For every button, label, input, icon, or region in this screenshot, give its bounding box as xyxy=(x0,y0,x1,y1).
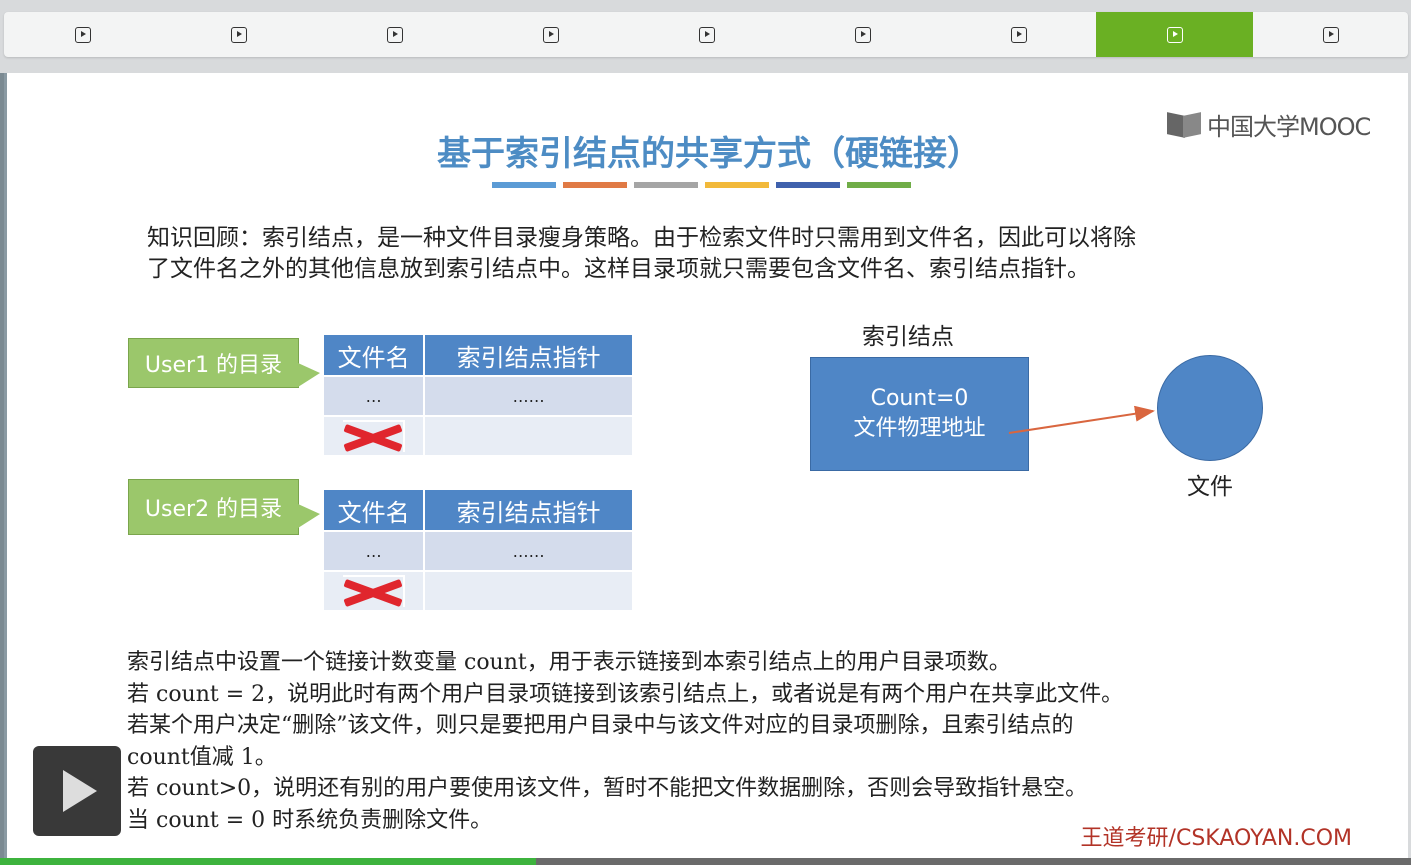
play-icon xyxy=(1322,26,1339,43)
file-circle xyxy=(1157,355,1263,461)
table-row xyxy=(324,415,634,455)
table-row: … …… xyxy=(324,375,634,415)
lesson-tab-3[interactable] xyxy=(316,12,473,57)
cell-inode-pointer xyxy=(425,415,634,455)
play-icon xyxy=(230,26,247,43)
cell-inode-pointer xyxy=(425,570,634,610)
inode-to-file-arrow xyxy=(1008,405,1155,434)
title-underline-bar xyxy=(705,182,769,188)
slide-title: 基于索引结点的共享方式（硬链接） xyxy=(437,134,981,174)
table-row: … …… xyxy=(324,530,634,570)
cell-filename: … xyxy=(324,375,426,415)
header-inode-pointer: 索引结点指针 xyxy=(425,335,634,375)
user1-directory-callout: User1 的目录 xyxy=(128,338,320,388)
user2-directory-label: User2 的目录 xyxy=(144,497,283,522)
brand-watermark: 王道考研/CSKAOYAN.COM xyxy=(1080,826,1352,851)
lesson-tab-bar xyxy=(4,12,1408,57)
inode-label: 索引结点 xyxy=(862,324,954,350)
cell-filename: … xyxy=(324,530,426,570)
table-header: 文件名 索引结点指针 xyxy=(324,335,634,375)
lesson-tab-4[interactable] xyxy=(472,12,629,57)
note-line: count值减 1。 xyxy=(127,744,277,770)
slide-canvas: 中国大学MOOC 基于索引结点的共享方式（硬链接） 知识回顾：索引结点，是一种文… xyxy=(4,73,1408,858)
intro-line-2: 了文件名之外的其他信息放到索引结点中。这样目录项就只需要包含文件名、索引结点指针… xyxy=(147,256,1090,282)
note-line: 若 count>0，说明还有别的用户要使用该文件，暂时不能把文件数据删除，否则会… xyxy=(127,776,1088,801)
play-icon xyxy=(63,770,97,812)
title-underline-bar xyxy=(563,182,627,188)
lesson-tab-2[interactable] xyxy=(160,12,317,57)
play-icon xyxy=(1010,26,1027,43)
notes-text: 索引结点中设置一个链接计数变量 count，用于表示链接到本索引结点上的用户目录… xyxy=(127,647,1367,836)
play-icon xyxy=(386,26,403,43)
cell-filename xyxy=(324,570,426,610)
note-line: 若某个用户决定“删除”该文件，则只是要把用户目录中与该文件对应的目录项删除，且索… xyxy=(127,713,1074,738)
title-underline-bar xyxy=(634,182,698,188)
header-inode-pointer: 索引结点指针 xyxy=(425,490,634,530)
play-icon xyxy=(1166,26,1183,43)
delete-x-icon xyxy=(342,420,405,452)
play-icon xyxy=(854,26,871,43)
lesson-tab-5[interactable] xyxy=(628,12,785,57)
video-progress-fill xyxy=(0,858,537,865)
delete-x-icon xyxy=(342,575,405,607)
lesson-tab-6[interactable] xyxy=(784,12,941,57)
file-label: 文件 xyxy=(1187,474,1233,500)
intro-line-1: 知识回顾：索引结点，是一种文件目录瘦身策略。由于检索文件时只需用到文件名，因此可… xyxy=(147,225,1136,251)
lesson-tab-1[interactable] xyxy=(4,12,161,57)
inode-address: 文件物理地址 xyxy=(853,416,986,441)
title-underline-bars xyxy=(492,182,911,188)
cell-inode-pointer: …… xyxy=(425,530,634,570)
user1-directory-label: User1 的目录 xyxy=(144,353,283,378)
lesson-tab-9[interactable] xyxy=(1252,12,1409,57)
play-icon xyxy=(698,26,715,43)
header-filename: 文件名 xyxy=(324,490,426,530)
intro-text: 知识回顾：索引结点，是一种文件目录瘦身策略。由于检索文件时只需用到文件名，因此可… xyxy=(147,223,1307,285)
note-line: 若 count = 2，说明此时有两个用户目录项链接到该索引结点上，或者说是有两… xyxy=(127,681,1124,707)
inode-box: Count=0 文件物理地址 xyxy=(810,357,1029,471)
title-underline-bar xyxy=(492,182,556,188)
lesson-tab-7[interactable] xyxy=(940,12,1097,57)
note-line: 索引结点中设置一个链接计数变量 count，用于表示链接到本索引结点上的用户目录… xyxy=(127,650,1011,675)
lesson-tab-8[interactable] xyxy=(1096,12,1253,57)
inode-count: Count=0 xyxy=(870,386,969,411)
play-icon xyxy=(542,26,559,43)
title-underline-bar xyxy=(776,182,840,188)
video-play-button[interactable] xyxy=(33,746,121,836)
title-underline-bar xyxy=(847,182,911,188)
video-progress-bar[interactable] xyxy=(0,858,1411,865)
header-filename: 文件名 xyxy=(324,335,426,375)
user2-directory-callout: User2 的目录 xyxy=(128,479,320,535)
cell-filename xyxy=(324,415,426,455)
user2-directory-table: 文件名 索引结点指针 … …… xyxy=(324,490,634,610)
user1-directory-table: 文件名 索引结点指针 … …… xyxy=(324,335,634,455)
table-row xyxy=(324,570,634,610)
cell-inode-pointer: …… xyxy=(425,375,634,415)
table-header: 文件名 索引结点指针 xyxy=(324,490,634,530)
play-icon xyxy=(74,26,91,43)
